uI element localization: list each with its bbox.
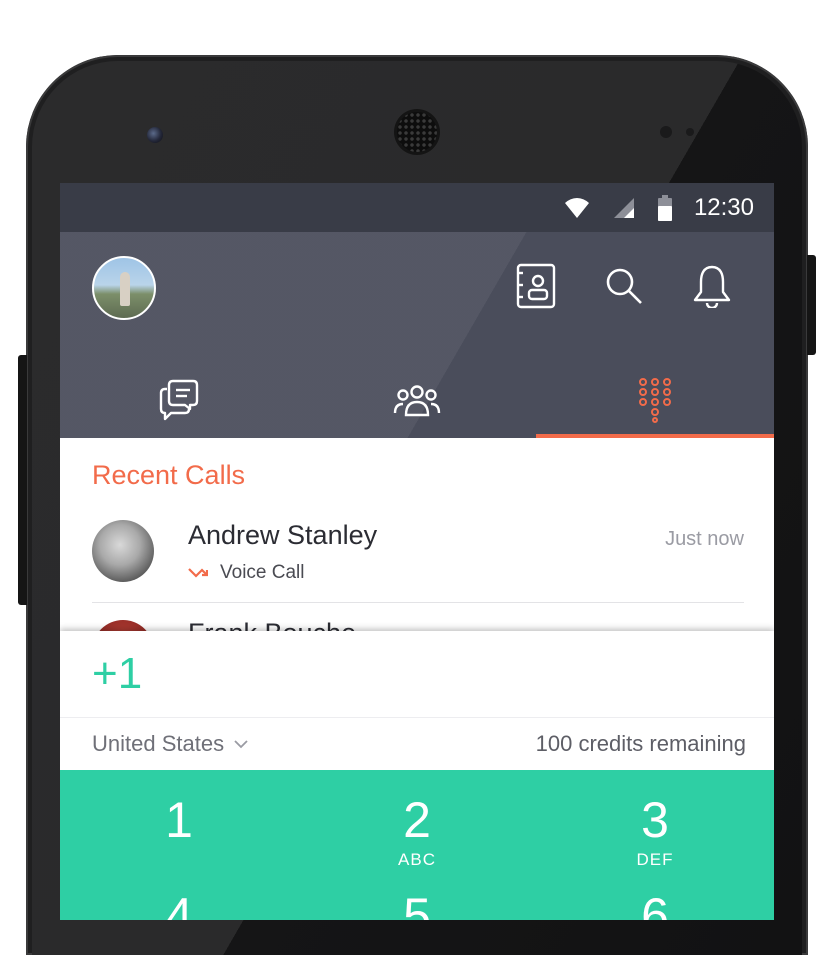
signal-icon bbox=[612, 197, 636, 219]
key-3[interactable]: 3 DEF bbox=[536, 770, 774, 886]
bell-icon[interactable] bbox=[690, 262, 734, 310]
tab-dialpad[interactable] bbox=[536, 362, 774, 438]
tab-messages[interactable] bbox=[60, 362, 298, 438]
key-2[interactable]: 2 ABC bbox=[298, 770, 536, 886]
call-type-label: Voice Call bbox=[220, 562, 305, 583]
dialed-number[interactable]: +1 bbox=[60, 631, 774, 718]
key-6[interactable]: 6 bbox=[536, 886, 774, 920]
key-5[interactable]: 5 bbox=[298, 886, 536, 920]
avatar bbox=[92, 520, 154, 582]
tab-bar bbox=[60, 362, 774, 438]
earpiece-speaker bbox=[397, 112, 437, 152]
credits-remaining: 100 credits remaining bbox=[535, 731, 746, 756]
dialer-panel: +1 United States 100 credits remaining 1… bbox=[60, 631, 774, 920]
key-letters: DEF bbox=[636, 850, 674, 869]
volume-button bbox=[18, 355, 27, 605]
dialer-meta: United States 100 credits remaining bbox=[60, 718, 774, 770]
contacts-book-icon[interactable] bbox=[514, 262, 558, 310]
recent-calls-section: Recent Calls Andrew Stanley Voice Call J… bbox=[60, 438, 774, 682]
tab-contacts[interactable] bbox=[298, 362, 536, 438]
country-label: United States bbox=[92, 731, 225, 756]
caller-name: Andrew Stanley bbox=[188, 520, 378, 550]
chevron-down-icon bbox=[234, 739, 248, 748]
key-1[interactable]: 1 bbox=[60, 770, 298, 886]
dialpad-icon bbox=[639, 378, 671, 423]
key-digit: 4 bbox=[165, 888, 193, 920]
status-bar: 12:30 bbox=[60, 183, 774, 232]
proximity-sensor bbox=[660, 126, 672, 138]
call-type: Voice Call bbox=[188, 562, 305, 584]
battery-icon bbox=[657, 194, 672, 221]
number-display: +1 bbox=[92, 649, 143, 698]
key-digit: 6 bbox=[641, 888, 669, 920]
chat-icon bbox=[159, 379, 199, 421]
keypad: 1 2 ABC 3 DEF 4 5 6 bbox=[60, 770, 774, 920]
key-digit: 3 bbox=[641, 792, 669, 848]
app-bar bbox=[60, 232, 774, 438]
key-letters: ABC bbox=[398, 850, 436, 869]
key-digit: 5 bbox=[403, 888, 431, 920]
clock-time: 12:30 bbox=[693, 193, 754, 221]
key-digit: 2 bbox=[403, 792, 431, 848]
call-time: Just now bbox=[665, 528, 744, 550]
screen: 12:30 Recent Calls Andrew Stanley Voice … bbox=[60, 183, 774, 920]
call-row[interactable]: Andrew Stanley Voice Call Just now bbox=[92, 516, 744, 603]
missed-call-arrow-icon bbox=[188, 568, 208, 578]
power-button bbox=[807, 255, 816, 355]
key-4[interactable]: 4 bbox=[60, 886, 298, 920]
section-title: Recent Calls bbox=[92, 460, 246, 490]
front-camera bbox=[147, 127, 163, 143]
people-icon bbox=[393, 385, 441, 417]
country-selector[interactable]: United States bbox=[92, 731, 248, 757]
key-digit: 1 bbox=[165, 792, 193, 848]
wifi-icon bbox=[564, 197, 590, 219]
light-sensor bbox=[686, 128, 694, 136]
search-icon[interactable] bbox=[602, 262, 646, 310]
profile-avatar[interactable] bbox=[92, 256, 156, 320]
